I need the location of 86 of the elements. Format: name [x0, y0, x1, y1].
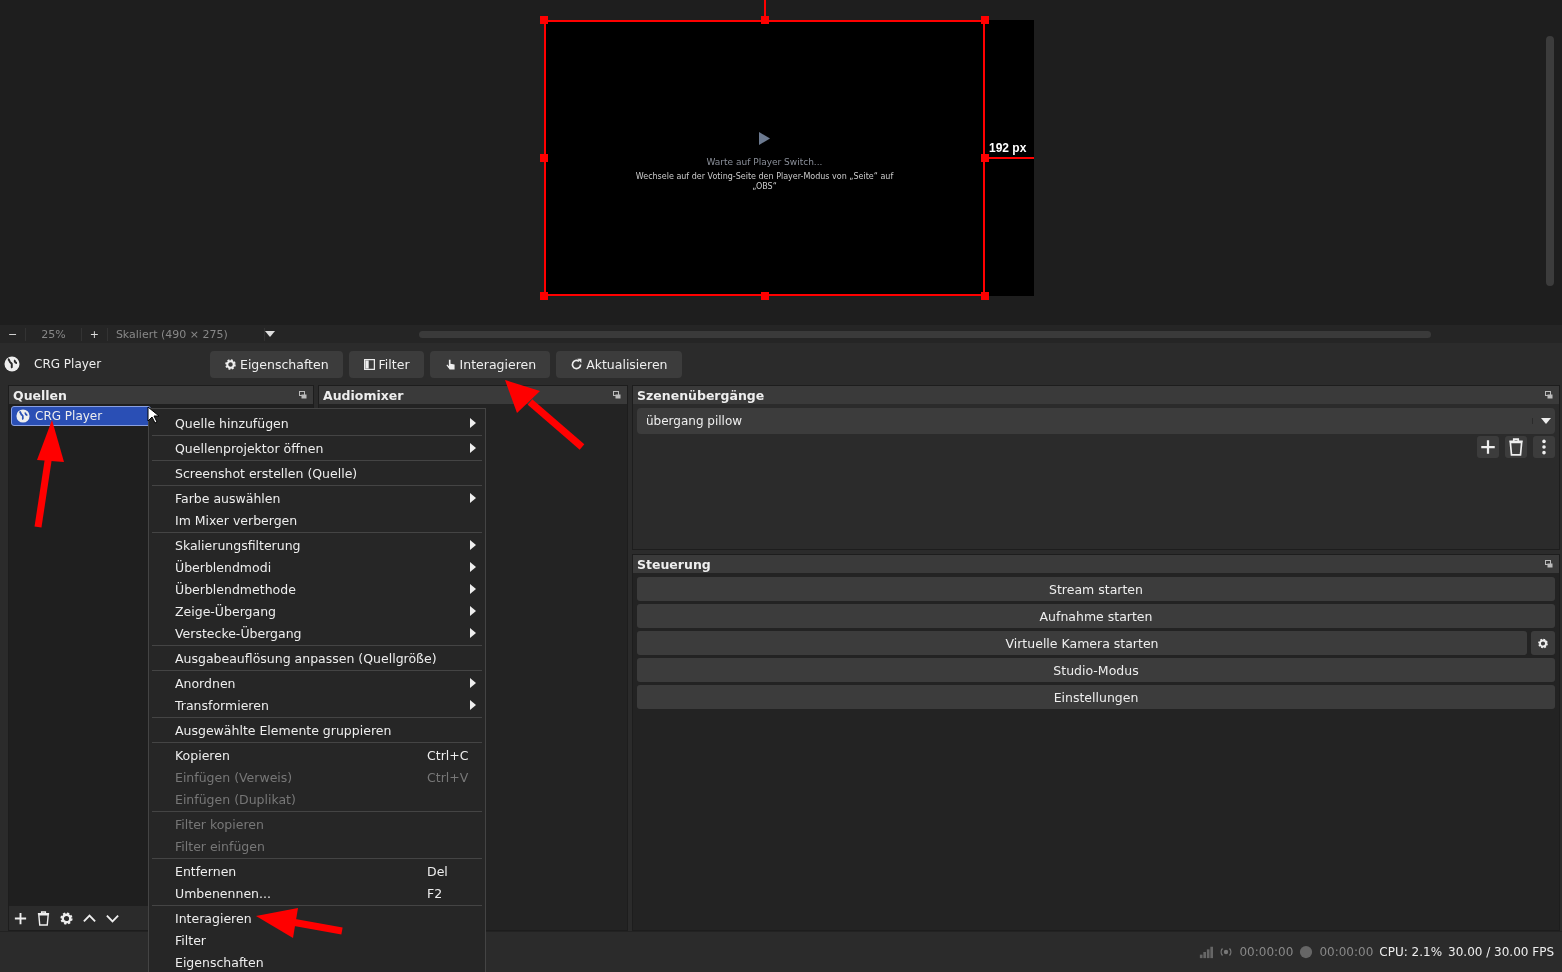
scale-label: Skaliert (490 × 275)	[107, 327, 265, 341]
refresh-icon	[570, 357, 584, 371]
broadcast-icon	[1219, 945, 1234, 959]
menu-item[interactable]: Quellenprojektor öffnen	[152, 437, 482, 459]
menu-item[interactable]: Ausgewählte Elemente gruppieren	[152, 719, 482, 741]
distance-label: 192 px	[989, 141, 1027, 155]
toolbar-button[interactable]: Eigenschaften	[210, 350, 343, 378]
resize-handle[interactable]	[760, 292, 769, 300]
add-icon[interactable]	[13, 910, 28, 926]
panel-title: Steuerung	[637, 556, 711, 572]
menu-item[interactable]: Umbenennen... F2	[152, 882, 482, 904]
submenu-arrow-icon	[470, 700, 476, 710]
undock-icon[interactable]	[299, 391, 307, 399]
more-icon[interactable]	[1533, 436, 1555, 458]
submenu-arrow-icon	[470, 584, 476, 594]
panel-title: Szenenübergänge	[637, 387, 765, 403]
dropdown-caret-icon[interactable]	[264, 331, 275, 337]
resize-handle[interactable]	[981, 16, 989, 24]
toolbar-button[interactable]: Filter	[348, 350, 424, 378]
menu-item[interactable]: Screenshot erstellen (Quelle)	[152, 462, 482, 484]
menu-item[interactable]: Überblendmodi	[152, 556, 482, 578]
play-icon	[759, 132, 770, 145]
menu-item[interactable]: Filter	[152, 929, 482, 951]
menu-item[interactable]: Ausgabeauflösung anpassen (Quellgröße)	[152, 647, 482, 669]
menu-item[interactable]: Kopieren Ctrl+C	[152, 744, 482, 766]
filter-icon	[362, 357, 376, 371]
submenu-arrow-icon	[470, 562, 476, 572]
control-button[interactable]: Virtuelle Kamera starten	[637, 631, 1527, 655]
menu-item[interactable]: Entfernen Del	[152, 860, 482, 882]
settings-icon[interactable]	[59, 910, 74, 926]
source-name: CRG Player	[33, 357, 103, 371]
menu-item[interactable]: Farbe auswählen	[152, 487, 482, 509]
mouse-cursor-icon	[147, 406, 159, 424]
submenu-arrow-icon	[470, 493, 476, 503]
undock-icon[interactable]	[613, 391, 621, 399]
source-item[interactable]: CRG Player	[11, 406, 151, 426]
control-button[interactable]: Studio-Modus	[637, 658, 1555, 682]
submenu-arrow-icon	[470, 606, 476, 616]
control-button[interactable]: Einstellungen	[637, 685, 1555, 709]
waiting-title: Warte auf Player Switch...	[706, 157, 823, 167]
menu-item[interactable]: Eigenschaften	[152, 951, 482, 972]
cpu-usage: CPU: 2.1%	[1379, 945, 1443, 959]
dropdown-caret-icon	[1532, 418, 1551, 424]
menu-item[interactable]: Anordnen	[152, 672, 482, 694]
menu-item[interactable]: Skalierungsfilterung	[152, 534, 482, 556]
settings-button[interactable]	[1531, 631, 1555, 655]
menu-item[interactable]: Verstecke-Übergang	[152, 622, 482, 644]
submenu-arrow-icon	[470, 628, 476, 638]
add-icon[interactable]	[1477, 436, 1499, 458]
record-time: 00:00:00	[1319, 945, 1374, 959]
globe-icon	[16, 409, 30, 423]
panel-title: Audiomixer	[323, 387, 404, 403]
menu-item[interactable]: Transformieren	[152, 694, 482, 716]
submenu-arrow-icon	[470, 540, 476, 550]
menu-item[interactable]: Im Mixer verbergen	[152, 509, 482, 531]
resize-handle[interactable]	[540, 154, 548, 162]
menu-item[interactable]: Zeige-Übergang	[152, 600, 482, 622]
signal-icon	[1199, 945, 1214, 959]
menu-item[interactable]: Interagieren	[152, 907, 482, 929]
zoom-level: 25%	[26, 327, 82, 341]
zoom-out-button[interactable]: −	[0, 327, 27, 341]
resize-handle[interactable]	[981, 292, 989, 300]
trash-icon[interactable]	[36, 910, 51, 926]
resize-handle[interactable]	[540, 16, 548, 24]
submenu-arrow-icon	[470, 443, 476, 453]
trash-icon[interactable]	[1505, 436, 1527, 458]
globe-icon	[4, 356, 20, 372]
transition-select[interactable]: übergang pillow	[637, 408, 1555, 434]
gear-icon	[224, 357, 237, 371]
undock-icon[interactable]	[1545, 391, 1553, 399]
submenu-arrow-icon	[470, 418, 476, 428]
gear-icon	[1537, 636, 1549, 650]
undock-icon[interactable]	[1545, 560, 1553, 568]
record-icon	[1299, 945, 1314, 959]
menu-item[interactable]: Überblendmethode	[152, 578, 482, 600]
resize-handle[interactable]	[540, 292, 548, 300]
panel-title: Quellen	[13, 387, 67, 403]
waiting-text: Wechsele auf der Voting-Seite den Player-Modus von „Seite“ auf „OBS“	[634, 172, 895, 192]
stream-time: 00:00:00	[1239, 945, 1294, 959]
fps-counter: 30.00 / 30.00 FPS	[1448, 945, 1554, 959]
toolbar-button[interactable]: Interagieren	[429, 350, 551, 378]
submenu-arrow-icon	[470, 678, 476, 688]
control-button[interactable]: Aufnahme starten	[637, 604, 1555, 628]
zoom-in-button[interactable]: +	[81, 327, 108, 341]
toolbar-button[interactable]: Aktualisieren	[556, 350, 682, 378]
control-button[interactable]: Stream starten	[637, 577, 1555, 601]
